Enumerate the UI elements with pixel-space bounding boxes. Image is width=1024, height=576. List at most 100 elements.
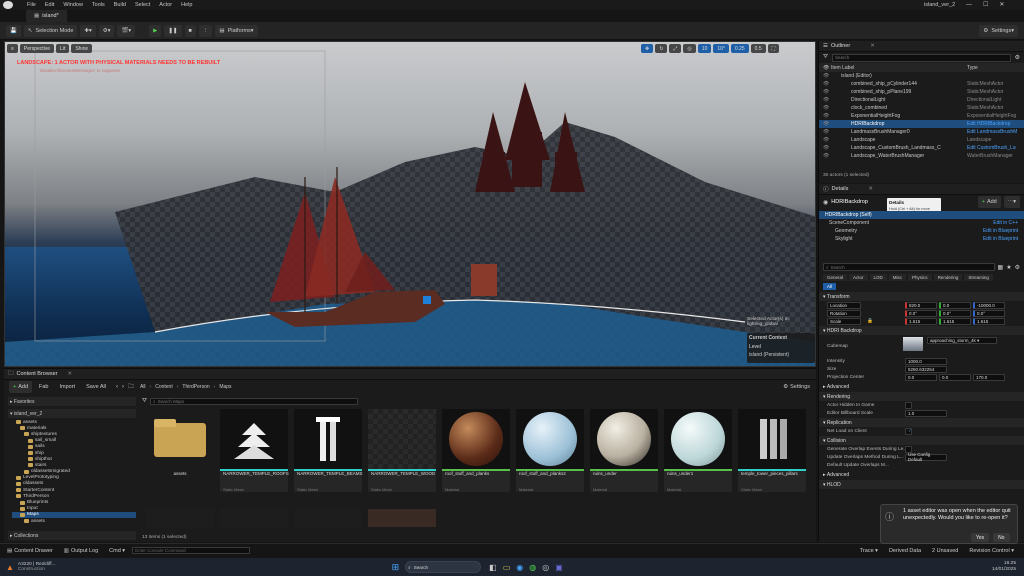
yes-button[interactable]: Yes — [971, 533, 990, 542]
eye-icon[interactable]: 👁 — [823, 129, 829, 135]
filter-tab-misc[interactable]: Misc — [888, 274, 907, 281]
table-view-icon[interactable]: ▦ — [998, 264, 1004, 271]
advanced-toggle[interactable]: ▸ Advanced — [819, 382, 1024, 391]
eye-icon[interactable]: 👁 — [823, 113, 829, 119]
asset-tile[interactable]: NARROWER_TEMPLE_WOOD Static Mesh — [368, 409, 436, 492]
outliner-row[interactable]: 👁 HDRIBackdrop Edit HDRIBackdrop — [819, 120, 1024, 128]
content-settings-button[interactable]: ⚙ Settings — [779, 381, 814, 393]
save-all-button[interactable]: Save All — [82, 381, 110, 393]
collections-header[interactable]: ▸ Collections — [8, 531, 136, 540]
outliner-row[interactable]: 👁 Landscape_WaterBrushManager WaterBrushMa… — [819, 152, 1024, 160]
component-row[interactable]: Geometry Edit in Blueprint — [819, 227, 1024, 235]
outliner-settings-icon[interactable]: ⚙ — [1015, 54, 1020, 61]
viewport-menu-icon[interactable]: ≡ — [7, 44, 18, 53]
camera-speed-button[interactable]: 0.5 — [750, 44, 766, 53]
filter-tab-streaming[interactable]: Streaming — [964, 274, 993, 281]
asset-tile[interactable]: ruins_under Material — [590, 409, 658, 492]
menu-file[interactable]: File — [27, 2, 36, 8]
update-overlap-dropdown[interactable]: Use Config Default — [905, 452, 947, 462]
add-button[interactable]: + Add — [9, 381, 33, 393]
section-hdri[interactable]: ▾ HDRI Backdrop — [819, 326, 1024, 335]
section-transform[interactable]: ▾ Transform — [819, 292, 1024, 301]
show-button[interactable]: Show — [71, 44, 92, 53]
asset-tile-partial[interactable] — [368, 509, 436, 527]
revision-control-button[interactable]: Revision Control ▾ — [965, 545, 1018, 557]
asset-tile[interactable]: NARROWER_TEMPLE_ROOFS Static Mesh — [220, 409, 289, 492]
menu-actor[interactable]: Actor — [159, 2, 172, 8]
filter-tab-physics[interactable]: Physics — [908, 274, 932, 281]
cmd-dropdown[interactable]: Cmd ▾ — [105, 545, 129, 557]
app-icon[interactable]: ▣ — [555, 563, 563, 572]
scale-snap-button[interactable]: 0.25 — [730, 44, 749, 53]
project-header[interactable]: ▾ island_ver_2 — [8, 409, 136, 418]
outliner-row-type[interactable]: Edit HDRIBackdrop — [967, 121, 1010, 127]
blueprint-options-icon[interactable]: ⋯▾ — [1003, 196, 1020, 208]
favorites-header[interactable]: ▸ Favorites — [8, 397, 136, 406]
component-edit-link[interactable]: Edit in Blueprint — [983, 228, 1018, 234]
eye-icon[interactable]: 👁 — [823, 137, 829, 143]
outliner-row[interactable]: 👁 DirectionalLight DirectionalLight — [819, 96, 1024, 104]
task-view-icon[interactable]: ◧ — [489, 563, 497, 572]
asset-tile-partial[interactable] — [146, 509, 214, 527]
close-cb-icon[interactable]: ✕ — [67, 371, 72, 377]
scale-z[interactable]: 1.615 — [973, 317, 1005, 325]
perspective-button[interactable]: Perspective — [19, 44, 55, 53]
outliner-search-input[interactable]: Search — [832, 53, 1011, 62]
save-icon[interactable]: 💾 — [6, 24, 21, 37]
breadcrumb-item[interactable]: ThirdPerson — [182, 384, 209, 390]
menu-build[interactable]: Build — [114, 2, 126, 8]
outliner-row[interactable]: 👁 ExponentialHeightFog ExponentialHeightFo… — [819, 112, 1024, 120]
size-field[interactable]: 5250.632254 — [905, 365, 947, 373]
eye-icon[interactable]: 👁 — [823, 153, 829, 159]
outliner-row[interactable]: 👁 clock_combined StaticMeshActor — [819, 104, 1024, 112]
net-load-checkbox[interactable]: ✓ — [905, 427, 912, 435]
asset-tile[interactable]: roof_stuff_and_planks2 Material — [516, 409, 584, 492]
lit-button[interactable]: Lit — [56, 44, 70, 53]
advanced-toggle-2[interactable]: ▸ Advanced — [819, 470, 1024, 479]
details-search-input[interactable]: ⌕ Search — [823, 263, 995, 271]
location-z[interactable]: -10000.0 — [973, 301, 1005, 309]
breadcrumb-item[interactable]: All — [140, 384, 146, 390]
eye-icon[interactable]: 👁 — [823, 145, 829, 151]
rotation-x[interactable]: 0.0° — [905, 309, 937, 317]
asset-tile[interactable]: NARROWER_TEMPLE_BEAMS Static Mesh — [294, 409, 363, 492]
world-icon[interactable]: ◎ — [683, 44, 696, 53]
rotate-tool-icon[interactable]: ↻ — [655, 44, 668, 53]
add-actor-button[interactable]: ✚▾ — [80, 24, 96, 37]
filter-tab-actor[interactable]: Actor — [849, 274, 868, 281]
billboard-field[interactable]: 1.0 — [905, 409, 947, 417]
hidden-in-game-checkbox[interactable] — [905, 401, 912, 409]
scale-label[interactable]: Scale — [827, 317, 861, 325]
section-rendering[interactable]: ▾ Rendering — [819, 392, 1024, 401]
close-icon[interactable]: ✕ — [999, 1, 1004, 8]
filter-tab-lod[interactable]: LOD — [869, 274, 887, 281]
lock-icon[interactable]: 🔒 — [867, 319, 873, 324]
section-hlod[interactable]: ▾ HLOD — [819, 480, 1024, 489]
level-context-box[interactable]: Current Context Level island (Persistent… — [747, 333, 815, 363]
trace-button[interactable]: Trace ▾ — [856, 545, 882, 557]
component-edit-link[interactable]: Edit in Blueprint — [983, 236, 1018, 242]
close-tab-icon[interactable]: ✕ — [870, 43, 875, 49]
projection-z[interactable]: 170.0 — [973, 373, 1005, 381]
windows-start-icon[interactable]: ⊞ — [392, 562, 400, 573]
component-row[interactable]: HDRIBackdrop (Self) — [819, 211, 1024, 219]
section-collision[interactable]: ▾ Collision — [819, 436, 1024, 445]
breadcrumb-item[interactable]: Content — [155, 384, 173, 390]
asset-tile-partial[interactable] — [294, 509, 362, 527]
blueprint-button[interactable]: ⚙▾ — [98, 24, 115, 37]
menu-select[interactable]: Select — [135, 2, 150, 8]
scale-y[interactable]: 1.615 — [939, 317, 971, 325]
asset-tile[interactable]: ruins_under1 Material — [664, 409, 732, 492]
outliner-row[interactable]: 👁 combined_ship_pCylinder144 StaticMeshAct… — [819, 80, 1024, 88]
file-explorer-icon[interactable]: ▭ — [503, 563, 511, 572]
intensity-field[interactable]: 1000.0 — [905, 357, 947, 365]
derived-data-button[interactable]: Derived Data — [885, 545, 925, 557]
rotation-snap-button[interactable]: 10° — [713, 44, 729, 53]
filter-icon[interactable]: ⛛ — [823, 54, 828, 61]
folder-tile[interactable]: assets — [146, 409, 214, 487]
asset-search-input[interactable]: ⌕ Search Maps — [150, 398, 358, 405]
grid-snap-button[interactable]: 10 — [697, 44, 712, 53]
outliner-row[interactable]: 👁 combined_ship_pPlane199 StaticMeshActor — [819, 88, 1024, 96]
level-viewport[interactable]: ≡ Perspective Lit Show ✥ ↻ ⤢ ◎ 10 10° 0.… — [4, 41, 816, 367]
scale-tool-icon[interactable]: ⤢ — [669, 44, 682, 53]
